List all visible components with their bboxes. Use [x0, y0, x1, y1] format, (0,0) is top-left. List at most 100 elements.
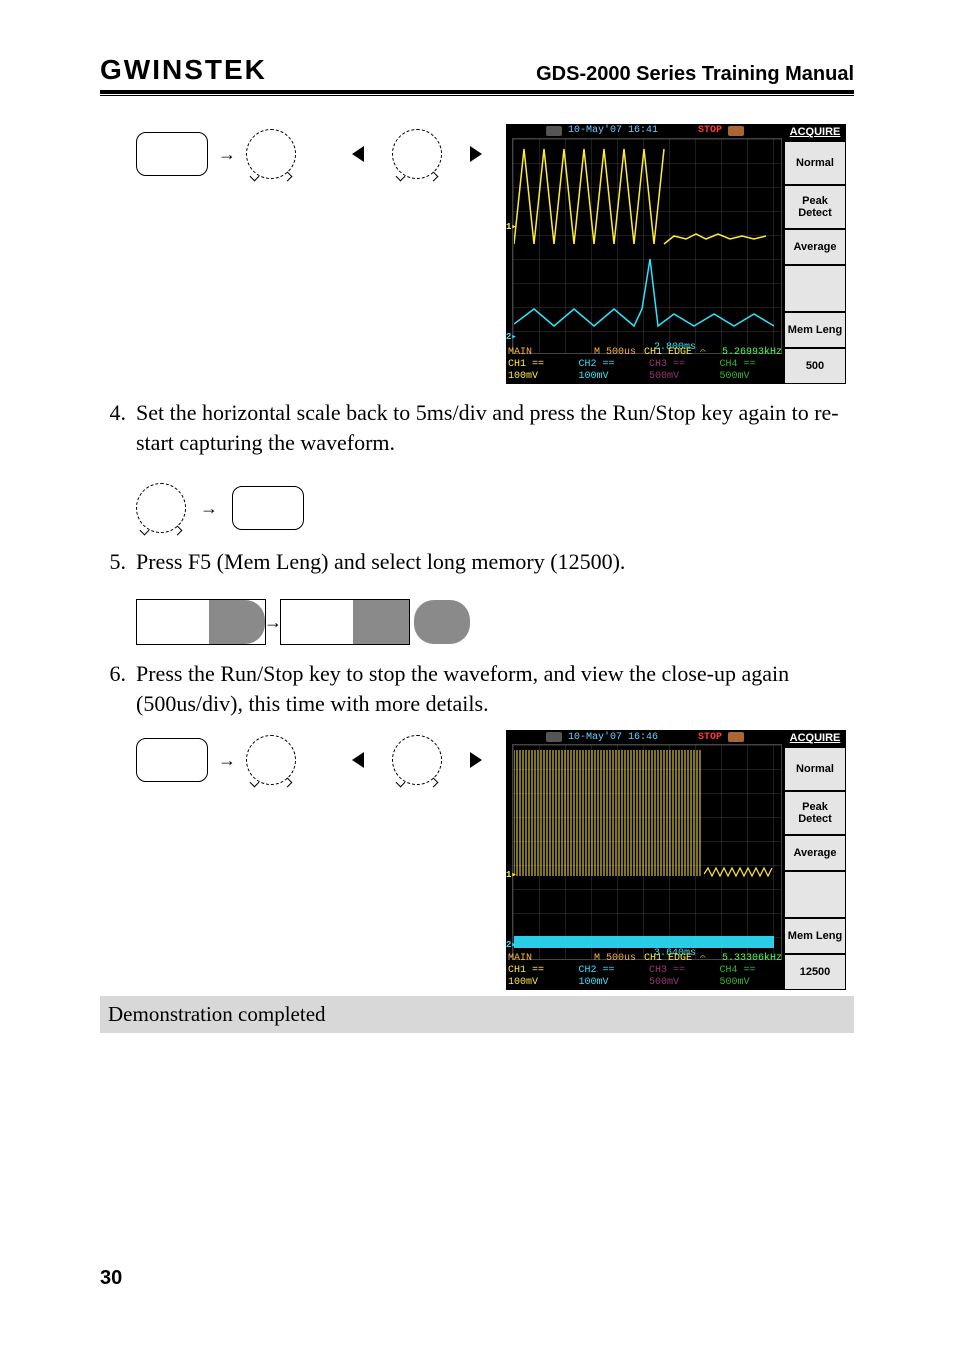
menu-spacer	[785, 872, 845, 917]
menu-spacer	[785, 266, 845, 311]
runstop-button-outline	[232, 486, 304, 530]
scope-plot-area: 10-May'07 16:41 STOP 1▸ 2▸	[506, 124, 784, 384]
page-header: GWINSTEK GDS-2000 Series Training Manual	[100, 54, 854, 94]
trig-icon	[728, 126, 744, 136]
scope-plot-area: 10-May'07 16:46 STOP 1▸ 2▸	[506, 730, 784, 990]
trigger-label: CH1 EDGE	[644, 953, 692, 965]
freq-label: 5.26993kHz	[722, 347, 782, 359]
ch4-readout: CH4 == 500mV	[720, 965, 783, 989]
ch2-readout: CH2 == 100mV	[579, 965, 642, 989]
menu-title: ACQUIRE	[784, 124, 846, 141]
softkey-button-extra	[414, 600, 470, 644]
menu-peak-label: Peak	[787, 195, 843, 207]
trig-slope-icon: 𝄐	[700, 953, 706, 965]
scope-bottom-readout: MAIN M 500us CH1 EDGE 𝄐 5.26993kHz CH1 =…	[508, 347, 782, 383]
step-6-text: Press the Run/Stop key to stop the wavef…	[136, 659, 854, 718]
arrow-right-icon: →	[218, 142, 236, 166]
menu-peak-detect[interactable]: Peak Detect	[785, 792, 845, 834]
softkey-pair-1	[136, 599, 266, 645]
freq-label: 5.33306kHz	[722, 953, 782, 965]
runstop-button-outline	[136, 132, 208, 176]
softkey-button	[209, 600, 265, 644]
ch4-readout: CH4 == 500mV	[720, 359, 783, 383]
timebase-label: M 500us	[594, 347, 636, 359]
menu-memleng[interactable]: Mem Leng	[785, 919, 845, 953]
triangle-right-icon	[470, 146, 482, 162]
header-underline	[100, 95, 854, 96]
usb-icon	[546, 126, 562, 136]
menu-peak-detect[interactable]: Peak Detect	[785, 186, 845, 228]
menu-normal[interactable]: Normal	[785, 142, 845, 184]
scope-datetime: 10-May'07 16:41	[568, 124, 658, 138]
scope-top-bar: 10-May'07 16:46 STOP	[506, 731, 784, 743]
step-6-number: 6.	[100, 659, 126, 718]
arrow-right-icon: →	[218, 748, 236, 772]
menu-detect-label: Detect	[787, 813, 843, 825]
knob-diagram-2: →	[136, 483, 854, 533]
triangle-left-icon	[352, 146, 364, 162]
scope-status: STOP	[698, 731, 722, 745]
scope-status: STOP	[698, 124, 722, 138]
document-title: GDS-2000 Series Training Manual	[536, 63, 854, 86]
f5-diagram: →	[136, 599, 854, 645]
figure-row-1: → 10-May'07 16:41 STOP	[136, 124, 854, 384]
oscilloscope-screenshot-2: 10-May'07 16:46 STOP 1▸ 2▸	[506, 730, 846, 990]
position-knob	[392, 735, 442, 785]
menu-average[interactable]: Average	[785, 230, 845, 264]
scope-softkey-menu: ACQUIRE Normal Peak Detect Average Mem L…	[784, 730, 846, 990]
menu-average[interactable]: Average	[785, 836, 845, 870]
timebase-label: M 500us	[594, 953, 636, 965]
triangle-right-icon	[470, 752, 482, 768]
menu-normal[interactable]: Normal	[785, 748, 845, 790]
position-knob	[392, 129, 442, 179]
softkey-pair-2	[280, 599, 410, 645]
knob-diagram-3: →	[136, 730, 482, 790]
time-div-knob	[246, 735, 296, 785]
main-label: MAIN	[508, 347, 532, 359]
step-4-text: Set the horizontal scale back to 5ms/div…	[136, 398, 854, 457]
menu-memleng[interactable]: Mem Leng	[785, 313, 845, 347]
menu-detect-label: Detect	[787, 207, 843, 219]
brand-logo: GWINSTEK	[100, 54, 267, 86]
usb-icon	[546, 732, 562, 742]
scope-grid	[512, 138, 782, 354]
arrow-right-icon: →	[200, 496, 218, 520]
ch1-marker: 1▸	[506, 870, 516, 880]
menu-memleng-value[interactable]: 500	[785, 349, 845, 383]
scope-top-bar: 10-May'07 16:41 STOP	[506, 125, 784, 137]
scope-grid	[512, 744, 782, 960]
triangle-left-icon	[352, 752, 364, 768]
menu-peak-label: Peak	[787, 801, 843, 813]
step-5: 5. Press F5 (Mem Leng) and select long m…	[100, 547, 854, 577]
ch1-readout: CH1 == 100mV	[508, 359, 571, 383]
ch3-readout: CH3 == 500mV	[649, 359, 712, 383]
trig-slope-icon: 𝄐	[700, 347, 706, 359]
scope-datetime: 10-May'07 16:46	[568, 731, 658, 745]
ch1-waveform-tail	[704, 866, 774, 878]
arrow-right-icon: →	[264, 610, 282, 634]
page-content: → 10-May'07 16:41 STOP	[100, 124, 854, 1033]
scope-bottom-readout: MAIN M 500us CH1 EDGE 𝄐 5.33306kHz CH1 =…	[508, 953, 782, 989]
ch2-readout: CH2 == 100mV	[579, 359, 642, 383]
trigger-label: CH1 EDGE	[644, 347, 692, 359]
brand-text: GWINSTEK	[100, 54, 267, 86]
scope-softkey-menu: ACQUIRE Normal Peak Detect Average Mem L…	[784, 124, 846, 384]
step-6: 6. Press the Run/Stop key to stop the wa…	[100, 659, 854, 718]
page-number: 30	[100, 1267, 122, 1290]
softkey-label-area	[137, 600, 209, 644]
demo-complete-banner: Demonstration completed	[100, 996, 854, 1032]
ch2-waveform-noise	[514, 936, 774, 948]
manual-page: GWINSTEK GDS-2000 Series Training Manual…	[0, 0, 954, 1033]
menu-memleng-value[interactable]: 12500	[785, 955, 845, 989]
step-5-text: Press F5 (Mem Leng) and select long memo…	[136, 547, 854, 577]
ch3-readout: CH3 == 500mV	[649, 965, 712, 989]
oscilloscope-screenshot-1: 10-May'07 16:41 STOP 1▸ 2▸	[506, 124, 846, 384]
time-div-knob	[136, 483, 186, 533]
step-5-number: 5.	[100, 547, 126, 577]
softkey-button	[353, 600, 409, 644]
figure-row-2: → 10-May'07 16:46 STOP	[136, 730, 854, 990]
ch1-marker: 1▸	[506, 222, 516, 232]
trig-icon	[728, 732, 744, 742]
ch2-marker: 2▸	[506, 332, 516, 342]
step-4-number: 4.	[100, 398, 126, 457]
